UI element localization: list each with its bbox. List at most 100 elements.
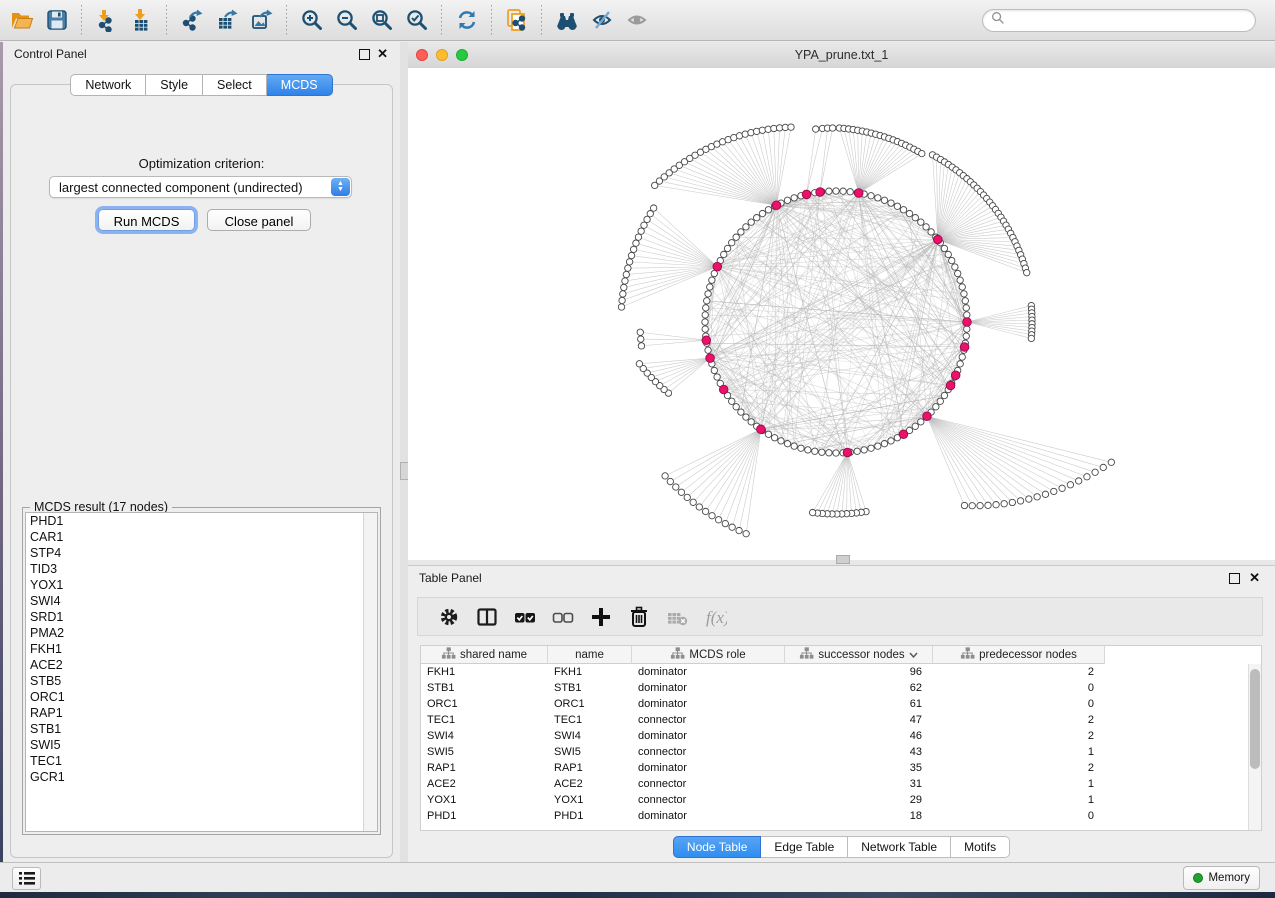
status-bar: Memory [0, 862, 1275, 892]
zoom-out-icon[interactable] [329, 4, 364, 36]
show-graphics-details-icon[interactable] [619, 4, 654, 36]
column-header-MCDS-role[interactable]: MCDS role [632, 646, 785, 664]
cell-name: PHD1 [548, 808, 632, 824]
cell-shared-name: STB1 [421, 680, 548, 696]
toolbar-separator [166, 5, 167, 35]
import-table-icon[interactable] [124, 4, 159, 36]
optimization-criterion-select[interactable]: largest connected component (undirected)… [49, 176, 352, 198]
run-mcds-button[interactable]: Run MCDS [98, 209, 195, 231]
cell-MCDS-role: connector [632, 792, 785, 808]
zoom-selected-icon[interactable] [399, 4, 434, 36]
network-canvas[interactable] [408, 68, 1275, 560]
open-session-icon[interactable] [4, 4, 39, 36]
mcds-result-item[interactable]: STB5 [26, 673, 377, 689]
tab-mcds[interactable]: MCDS [267, 74, 333, 96]
mcds-result-item[interactable]: GCR1 [26, 769, 377, 785]
table-row[interactable]: STB1STB1dominator620 [421, 680, 1261, 696]
table-row[interactable]: ACE2ACE2connector311 [421, 776, 1261, 792]
hide-graphics-details-icon[interactable] [584, 4, 619, 36]
table-row[interactable]: RAP1RAP1dominator352 [421, 760, 1261, 776]
toolbar-separator [286, 5, 287, 35]
cell-successor-nodes: 18 [785, 808, 933, 824]
table-row[interactable]: PHD1PHD1dominator180 [421, 808, 1261, 824]
mcds-list-scrollbar[interactable] [363, 513, 377, 831]
mcds-result-item[interactable]: STP4 [26, 545, 377, 561]
cell-name: RAP1 [548, 760, 632, 776]
import-network-icon[interactable] [89, 4, 124, 36]
tab-motifs[interactable]: Motifs [951, 836, 1010, 858]
tab-network-table[interactable]: Network Table [848, 836, 951, 858]
mcds-result-item[interactable]: RAP1 [26, 705, 377, 721]
table-row[interactable]: ORC1ORC1dominator610 [421, 696, 1261, 712]
cell-name: FKH1 [548, 664, 632, 680]
tab-edge-table[interactable]: Edge Table [761, 836, 848, 858]
export-table-icon[interactable] [209, 4, 244, 36]
table-row[interactable]: TEC1TEC1connector472 [421, 712, 1261, 728]
cell-shared-name: YOX1 [421, 792, 548, 808]
task-history-button[interactable] [12, 867, 41, 890]
horizontal-splitter-handle[interactable] [836, 555, 850, 564]
table-body: FKH1FKH1dominator962STB1STB1dominator620… [421, 664, 1261, 824]
mcds-result-item[interactable]: TID3 [26, 561, 377, 577]
close-table-panel-icon[interactable]: ✕ [1249, 570, 1260, 585]
column-header-shared-name[interactable]: shared name [421, 646, 548, 664]
mcds-result-item[interactable]: SWI4 [26, 593, 377, 609]
cell-name: SWI4 [548, 728, 632, 744]
column-header-predecessor-nodes[interactable]: predecessor nodes [933, 646, 1105, 664]
close-panel-button[interactable]: Close panel [207, 209, 311, 231]
function-builder-icon[interactable]: f(x) [696, 602, 734, 632]
column-header-name[interactable]: name [548, 646, 632, 664]
show-column-panel-icon[interactable] [468, 602, 506, 632]
tab-style[interactable]: Style [146, 74, 203, 96]
network-window-titlebar[interactable]: YPA_prune.txt_1 [408, 42, 1275, 69]
mcds-result-item[interactable]: ACE2 [26, 657, 377, 673]
delete-row-icon[interactable] [620, 602, 658, 632]
zoom-fit-icon[interactable] [364, 4, 399, 36]
table-row[interactable]: SWI5SWI5connector431 [421, 744, 1261, 760]
tab-select[interactable]: Select [203, 74, 267, 96]
export-image-icon[interactable] [244, 4, 279, 36]
tab-network[interactable]: Network [70, 74, 146, 96]
mcds-result-item[interactable]: SWI5 [26, 737, 377, 753]
cell-successor-nodes: 35 [785, 760, 933, 776]
share-document-icon[interactable] [499, 4, 534, 36]
mcds-result-item[interactable]: STB1 [26, 721, 377, 737]
table-row[interactable]: SWI4SWI4dominator462 [421, 728, 1261, 744]
float-table-panel-icon[interactable] [1229, 573, 1240, 584]
deselect-all-icon[interactable] [544, 602, 582, 632]
export-network-icon[interactable] [174, 4, 209, 36]
zoom-in-icon[interactable] [294, 4, 329, 36]
search-binoculars-icon[interactable] [549, 4, 584, 36]
cell-MCDS-role: dominator [632, 760, 785, 776]
select-all-icon[interactable] [506, 602, 544, 632]
mcds-result-item[interactable]: YOX1 [26, 577, 377, 593]
mcds-result-item[interactable]: PHD1 [26, 513, 377, 529]
network-search-input[interactable] [982, 9, 1256, 32]
table-scrollbar[interactable] [1248, 664, 1261, 830]
tab-node-table[interactable]: Node Table [673, 836, 762, 858]
add-row-icon[interactable] [582, 602, 620, 632]
mcds-result-item[interactable]: TEC1 [26, 753, 377, 769]
mcds-result-list[interactable]: PHD1CAR1STP4TID3YOX1SWI4SRD1PMA2FKH1ACE2… [25, 512, 378, 832]
mcds-result-item[interactable]: SRD1 [26, 609, 377, 625]
cell-shared-name: TEC1 [421, 712, 548, 728]
table-row[interactable]: FKH1FKH1dominator962 [421, 664, 1261, 680]
memory-button[interactable]: Memory [1183, 866, 1260, 890]
table-panel-header: Table Panel ✕ [408, 566, 1275, 590]
column-header-successor-nodes[interactable]: successor nodes [785, 646, 933, 664]
network-graph[interactable] [408, 68, 1275, 560]
table-scrollbar-thumb[interactable] [1250, 669, 1260, 769]
workspace: Control Panel ✕ NetworkStyleSelectMCDS O… [0, 42, 1275, 863]
table-row[interactable]: YOX1YOX1connector291 [421, 792, 1261, 808]
node-table: shared namenameMCDS rolesuccessor nodesp… [420, 645, 1262, 831]
save-session-icon[interactable] [39, 4, 74, 36]
mcds-result-item[interactable]: PMA2 [26, 625, 377, 641]
mcds-result-item[interactable]: ORC1 [26, 689, 377, 705]
mcds-result-item[interactable]: CAR1 [26, 529, 377, 545]
refresh-layout-icon[interactable] [449, 4, 484, 36]
delete-table-icon[interactable] [658, 602, 696, 632]
settings-icon[interactable] [430, 602, 468, 632]
close-panel-icon[interactable]: ✕ [377, 46, 388, 61]
mcds-result-item[interactable]: FKH1 [26, 641, 377, 657]
float-panel-icon[interactable] [359, 49, 370, 60]
